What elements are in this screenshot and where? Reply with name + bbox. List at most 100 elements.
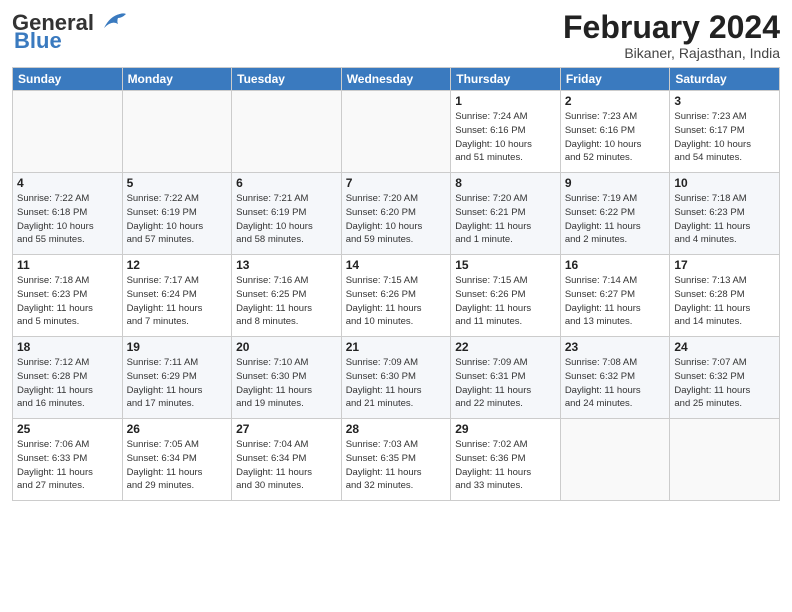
day-info: Sunrise: 7:18 AM Sunset: 6:23 PM Dayligh… (17, 274, 118, 329)
day-number: 10 (674, 176, 775, 190)
day-number: 8 (455, 176, 556, 190)
logo-blue: Blue (14, 28, 62, 54)
day-number: 14 (346, 258, 447, 272)
day-info: Sunrise: 7:09 AM Sunset: 6:30 PM Dayligh… (346, 356, 447, 411)
calendar-cell: 19Sunrise: 7:11 AM Sunset: 6:29 PM Dayli… (122, 337, 232, 419)
day-number: 25 (17, 422, 118, 436)
col-sunday: Sunday (13, 68, 123, 91)
col-monday: Monday (122, 68, 232, 91)
calendar-week-2: 4 Sunrise: 7:22 AM Sunset: 6:18 PM Daylig… (13, 173, 780, 255)
calendar-week-3: 11 Sunrise: 7:18 AM Sunset: 6:23 PM Dayli… (13, 255, 780, 337)
calendar-header-row: Sunday Monday Tuesday Wednesday Thursday… (13, 68, 780, 91)
col-thursday: Thursday (451, 68, 561, 91)
calendar-cell: 11 Sunrise: 7:18 AM Sunset: 6:23 PM Dayli… (13, 255, 123, 337)
day-info: Sunrise: 7:15 AM Sunset: 6:26 PM Dayligh… (455, 274, 556, 329)
calendar-cell: 18 Sunrise: 7:12 AM Sunset: 6:28 PM Dayli… (13, 337, 123, 419)
calendar-cell: 17Sunrise: 7:13 AM Sunset: 6:28 PM Dayli… (670, 255, 780, 337)
calendar-cell: 9 Sunrise: 7:19 AM Sunset: 6:22 PM Daylig… (560, 173, 670, 255)
calendar-table: Sunday Monday Tuesday Wednesday Thursday… (12, 67, 780, 501)
calendar-cell: 6Sunrise: 7:21 AM Sunset: 6:19 PM Daylig… (232, 173, 342, 255)
day-number: 27 (236, 422, 337, 436)
day-info: Sunrise: 7:22 AM Sunset: 6:18 PM Dayligh… (17, 192, 118, 247)
day-number: 12 (127, 258, 228, 272)
day-number: 13 (236, 258, 337, 272)
day-number: 26 (127, 422, 228, 436)
day-info: Sunrise: 7:03 AM Sunset: 6:35 PM Dayligh… (346, 438, 447, 493)
calendar-cell: 27Sunrise: 7:04 AM Sunset: 6:34 PM Dayli… (232, 419, 342, 501)
calendar-cell: 15 Sunrise: 7:15 AM Sunset: 6:26 PM Dayli… (451, 255, 561, 337)
calendar-week-4: 18 Sunrise: 7:12 AM Sunset: 6:28 PM Dayli… (13, 337, 780, 419)
calendar-cell (13, 91, 123, 173)
calendar-cell: 22 Sunrise: 7:09 AM Sunset: 6:31 PM Dayli… (451, 337, 561, 419)
calendar-cell (560, 419, 670, 501)
calendar-cell: 16 Sunrise: 7:14 AM Sunset: 6:27 PM Dayli… (560, 255, 670, 337)
calendar-cell: 25 Sunrise: 7:06 AM Sunset: 6:33 PM Dayli… (13, 419, 123, 501)
day-number: 5 (127, 176, 228, 190)
day-info: Sunrise: 7:17 AM Sunset: 6:24 PM Dayligh… (127, 274, 228, 329)
page: General Blue February 2024 Bikaner, Raja… (0, 0, 792, 612)
calendar-cell: 3Sunrise: 7:23 AM Sunset: 6:17 PM Daylig… (670, 91, 780, 173)
day-number: 16 (565, 258, 666, 272)
day-number: 1 (455, 94, 556, 108)
calendar-cell: 1 Sunrise: 7:24 AM Sunset: 6:16 PM Daylig… (451, 91, 561, 173)
day-info: Sunrise: 7:06 AM Sunset: 6:33 PM Dayligh… (17, 438, 118, 493)
day-number: 9 (565, 176, 666, 190)
calendar-cell: 21 Sunrise: 7:09 AM Sunset: 6:30 PM Dayli… (341, 337, 451, 419)
day-number: 18 (17, 340, 118, 354)
day-info: Sunrise: 7:19 AM Sunset: 6:22 PM Dayligh… (565, 192, 666, 247)
day-number: 4 (17, 176, 118, 190)
day-info: Sunrise: 7:18 AM Sunset: 6:23 PM Dayligh… (674, 192, 775, 247)
day-info: Sunrise: 7:20 AM Sunset: 6:21 PM Dayligh… (455, 192, 556, 247)
day-number: 17 (674, 258, 775, 272)
header: General Blue February 2024 Bikaner, Raja… (12, 10, 780, 61)
calendar-cell: 5 Sunrise: 7:22 AM Sunset: 6:19 PM Daylig… (122, 173, 232, 255)
day-number: 21 (346, 340, 447, 354)
location: Bikaner, Rajasthan, India (563, 45, 780, 61)
day-number: 24 (674, 340, 775, 354)
day-info: Sunrise: 7:12 AM Sunset: 6:28 PM Dayligh… (17, 356, 118, 411)
day-number: 23 (565, 340, 666, 354)
day-number: 19 (127, 340, 228, 354)
col-saturday: Saturday (670, 68, 780, 91)
day-info: Sunrise: 7:15 AM Sunset: 6:26 PM Dayligh… (346, 274, 447, 329)
day-number: 11 (17, 258, 118, 272)
calendar-cell: 23 Sunrise: 7:08 AM Sunset: 6:32 PM Dayli… (560, 337, 670, 419)
day-info: Sunrise: 7:23 AM Sunset: 6:16 PM Dayligh… (565, 110, 666, 165)
col-wednesday: Wednesday (341, 68, 451, 91)
calendar-cell: 14 Sunrise: 7:15 AM Sunset: 6:26 PM Dayli… (341, 255, 451, 337)
day-number: 6 (236, 176, 337, 190)
calendar-cell: 20Sunrise: 7:10 AM Sunset: 6:30 PM Dayli… (232, 337, 342, 419)
calendar-cell: 28 Sunrise: 7:03 AM Sunset: 6:35 PM Dayli… (341, 419, 451, 501)
day-info: Sunrise: 7:08 AM Sunset: 6:32 PM Dayligh… (565, 356, 666, 411)
calendar-cell: 10 Sunrise: 7:18 AM Sunset: 6:23 PM Dayli… (670, 173, 780, 255)
calendar-cell: 24 Sunrise: 7:07 AM Sunset: 6:32 PM Dayli… (670, 337, 780, 419)
day-number: 28 (346, 422, 447, 436)
calendar-cell: 13Sunrise: 7:16 AM Sunset: 6:25 PM Dayli… (232, 255, 342, 337)
day-info: Sunrise: 7:07 AM Sunset: 6:32 PM Dayligh… (674, 356, 775, 411)
calendar-cell (670, 419, 780, 501)
day-info: Sunrise: 7:05 AM Sunset: 6:34 PM Dayligh… (127, 438, 228, 493)
day-info: Sunrise: 7:24 AM Sunset: 6:16 PM Dayligh… (455, 110, 556, 165)
day-info: Sunrise: 7:20 AM Sunset: 6:20 PM Dayligh… (346, 192, 447, 247)
logo-bird-icon (96, 10, 128, 32)
calendar-cell: 8 Sunrise: 7:20 AM Sunset: 6:21 PM Daylig… (451, 173, 561, 255)
calendar-cell: 26 Sunrise: 7:05 AM Sunset: 6:34 PM Dayli… (122, 419, 232, 501)
day-number: 22 (455, 340, 556, 354)
col-friday: Friday (560, 68, 670, 91)
day-info: Sunrise: 7:14 AM Sunset: 6:27 PM Dayligh… (565, 274, 666, 329)
day-info: Sunrise: 7:02 AM Sunset: 6:36 PM Dayligh… (455, 438, 556, 493)
calendar-cell (122, 91, 232, 173)
month-year: February 2024 (563, 10, 780, 45)
day-number: 2 (565, 94, 666, 108)
day-info: Sunrise: 7:10 AM Sunset: 6:30 PM Dayligh… (236, 356, 337, 411)
calendar-cell (232, 91, 342, 173)
title-area: February 2024 Bikaner, Rajasthan, India (563, 10, 780, 61)
day-info: Sunrise: 7:09 AM Sunset: 6:31 PM Dayligh… (455, 356, 556, 411)
day-number: 15 (455, 258, 556, 272)
day-info: Sunrise: 7:22 AM Sunset: 6:19 PM Dayligh… (127, 192, 228, 247)
calendar-cell: 4 Sunrise: 7:22 AM Sunset: 6:18 PM Daylig… (13, 173, 123, 255)
day-number: 29 (455, 422, 556, 436)
calendar-cell: 2 Sunrise: 7:23 AM Sunset: 6:16 PM Daylig… (560, 91, 670, 173)
calendar-cell (341, 91, 451, 173)
col-tuesday: Tuesday (232, 68, 342, 91)
